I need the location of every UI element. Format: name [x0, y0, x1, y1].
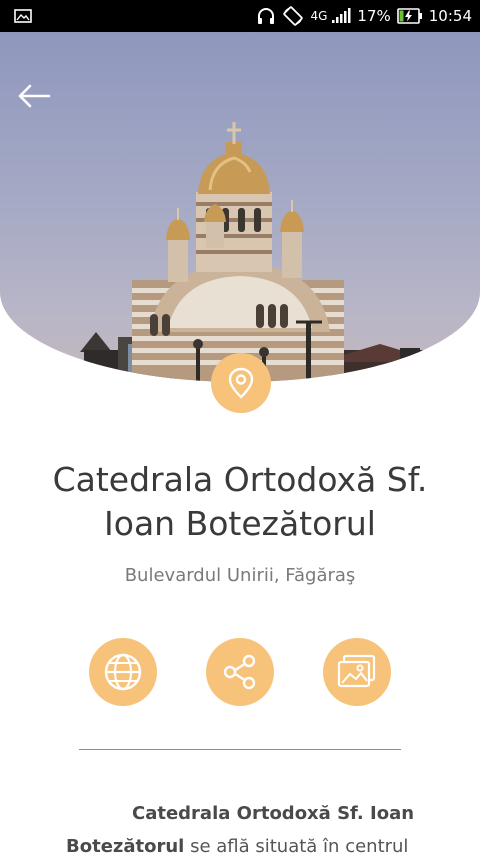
website-button[interactable]	[89, 638, 157, 706]
share-icon	[223, 654, 256, 690]
back-button[interactable]	[14, 78, 54, 114]
signal-icon	[331, 8, 351, 24]
status-bar: 4G 17% 10:54	[0, 0, 480, 32]
divider	[79, 749, 401, 750]
description-text: se află situată în centrul	[184, 836, 409, 853]
headphones-icon	[256, 7, 276, 25]
action-buttons	[0, 638, 480, 706]
network-type: 4G	[310, 9, 328, 23]
place-address: Bulevardul Unirii, Făgăraş	[124, 565, 356, 586]
battery-charging-icon	[396, 8, 423, 24]
gallery-icon	[337, 654, 376, 688]
clock: 10:54	[428, 7, 472, 25]
gallery-button[interactable]	[323, 638, 391, 706]
location-badge[interactable]	[211, 353, 271, 413]
screen-rotation-icon	[282, 6, 304, 26]
globe-icon	[104, 653, 142, 691]
map-pin-icon	[228, 367, 254, 399]
place-title: Catedrala Ortodoxă Sf. Ioan Botezătorul	[52, 460, 428, 543]
place-description: Catedrala Ortodoxă Sf. Ioan Botezătorul …	[66, 797, 426, 853]
cathedral-photo	[0, 32, 480, 382]
share-button[interactable]	[206, 638, 274, 706]
image-notification-icon	[14, 9, 32, 23]
battery-percent: 17%	[357, 7, 391, 25]
back-arrow-icon	[18, 84, 51, 108]
